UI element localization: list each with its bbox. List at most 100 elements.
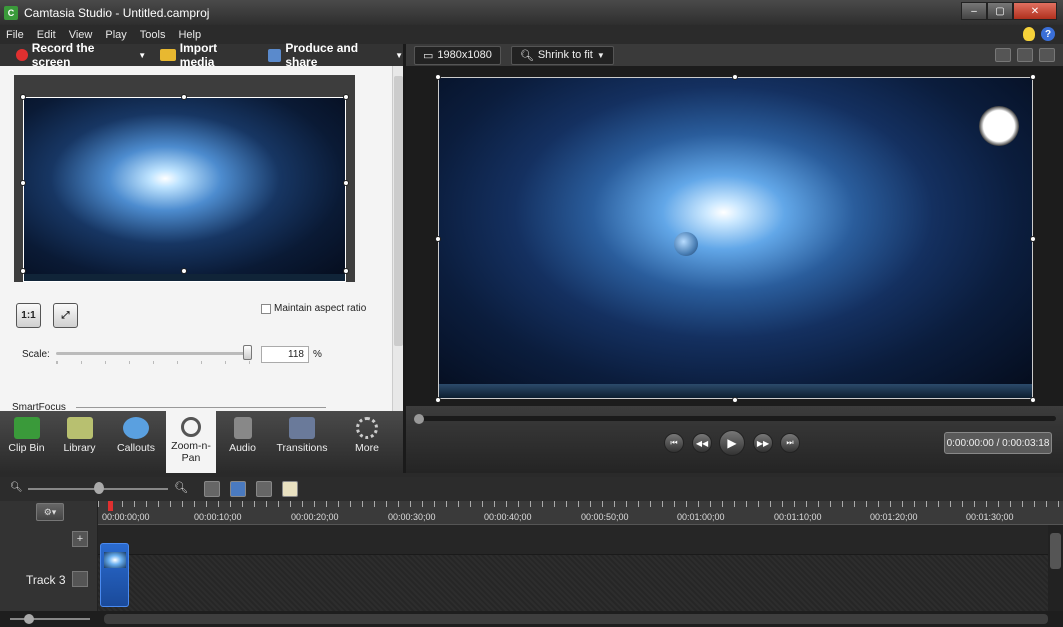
menu-view[interactable]: View bbox=[69, 29, 93, 41]
timeline-zoom-thumb[interactable] bbox=[94, 482, 104, 494]
panel-scrollbar[interactable] bbox=[392, 66, 403, 411]
zoom-out-icon[interactable]: 🔍︎ bbox=[10, 482, 23, 493]
one-to-one-button[interactable]: 1:1 bbox=[16, 303, 41, 328]
zoom-dropdown[interactable]: 🔍︎ Shrink to fit ▼ bbox=[510, 45, 614, 65]
resize-handle[interactable] bbox=[343, 180, 349, 186]
zoom-label: Shrink to fit bbox=[537, 49, 593, 61]
menu-tools[interactable]: Tools bbox=[140, 29, 166, 41]
skip-forward-button[interactable]: ⏭ bbox=[780, 433, 800, 453]
resize-handle[interactable] bbox=[343, 268, 349, 274]
zoom-preview-image[interactable] bbox=[23, 97, 346, 282]
media-clip[interactable] bbox=[100, 543, 129, 607]
help-icon[interactable]: ? bbox=[1041, 27, 1055, 41]
resize-handle[interactable] bbox=[181, 268, 187, 274]
preview-canvas[interactable] bbox=[438, 77, 1033, 399]
track-label: Track 3 bbox=[26, 573, 66, 587]
resize-handle[interactable] bbox=[435, 397, 441, 403]
skip-back-button[interactable]: ⏮ bbox=[664, 433, 684, 453]
minimize-button[interactable]: ‒ bbox=[961, 2, 987, 20]
preview-canvas-area bbox=[406, 66, 1063, 406]
tab-callouts[interactable]: Callouts bbox=[106, 411, 166, 473]
resize-handle[interactable] bbox=[20, 180, 26, 186]
lock-icon[interactable] bbox=[72, 571, 88, 587]
track-height-thumb[interactable] bbox=[24, 614, 34, 624]
monitor-icon: ▭ bbox=[423, 49, 434, 62]
preview-toolbar: ▭ 1980x1080 🔍︎ Shrink to fit ▼ bbox=[406, 44, 1063, 66]
divider bbox=[76, 407, 326, 408]
tab-label: Transitions bbox=[276, 442, 328, 454]
window-controls: ‒ ▢ ✕ bbox=[961, 2, 1057, 20]
chevron-down-icon: ▼ bbox=[596, 50, 605, 60]
clip-thumbnail bbox=[104, 552, 126, 568]
gear-icon[interactable]: ⚙▾ bbox=[36, 503, 64, 521]
seek-bar[interactable] bbox=[416, 416, 1056, 421]
close-button[interactable]: ✕ bbox=[1013, 2, 1057, 20]
resize-handle[interactable] bbox=[20, 94, 26, 100]
chevron-down-icon: ▼ bbox=[395, 50, 403, 60]
add-track-button[interactable]: + bbox=[72, 531, 88, 547]
copy-icon[interactable] bbox=[256, 481, 272, 497]
scale-slider[interactable] bbox=[56, 352, 252, 355]
fast-forward-button[interactable]: ▶▶ bbox=[753, 433, 773, 453]
split-icon[interactable] bbox=[230, 481, 246, 497]
resize-handle[interactable] bbox=[343, 94, 349, 100]
scrollbar-thumb[interactable] bbox=[394, 76, 403, 346]
desktop-taskbar bbox=[439, 384, 1032, 398]
resize-handle[interactable] bbox=[181, 94, 187, 100]
resize-handle[interactable] bbox=[732, 397, 738, 403]
seek-thumb[interactable] bbox=[414, 414, 424, 424]
produce-share-button[interactable]: Produce and share ▼ bbox=[267, 41, 403, 69]
crop-icon[interactable] bbox=[1017, 48, 1033, 62]
timeline-vertical-scrollbar[interactable] bbox=[1048, 525, 1063, 611]
tab-zoom-n-pan[interactable]: Zoom-n-Pan bbox=[166, 411, 216, 473]
track-row[interactable] bbox=[98, 525, 1048, 555]
record-icon bbox=[16, 49, 28, 61]
detach-icon[interactable] bbox=[1039, 48, 1055, 62]
scrollbar-thumb[interactable] bbox=[104, 614, 1048, 624]
menu-file[interactable]: File bbox=[6, 29, 24, 41]
pan-hand-icon[interactable] bbox=[995, 48, 1011, 62]
tab-more[interactable]: More bbox=[335, 411, 399, 473]
tab-label: Library bbox=[63, 442, 96, 454]
clip-bin-icon bbox=[13, 417, 40, 439]
maximize-button[interactable]: ▢ bbox=[987, 2, 1013, 20]
resize-handle[interactable] bbox=[20, 268, 26, 274]
track-row[interactable] bbox=[98, 555, 1048, 611]
lightbulb-icon[interactable] bbox=[1023, 27, 1035, 41]
scale-unit: % bbox=[313, 349, 322, 360]
slider-ticks bbox=[56, 361, 252, 364]
tab-transitions[interactable]: Transitions bbox=[269, 411, 335, 473]
cut-icon[interactable] bbox=[204, 481, 220, 497]
maintain-aspect-checkbox[interactable]: Maintain aspect ratio bbox=[261, 303, 366, 314]
import-media-button[interactable]: Import media bbox=[160, 41, 254, 69]
tab-audio[interactable]: Audio bbox=[216, 411, 269, 473]
tab-library[interactable]: Library bbox=[53, 411, 106, 473]
resize-handle[interactable] bbox=[435, 236, 441, 242]
menu-play[interactable]: Play bbox=[105, 29, 126, 41]
resolution-button[interactable]: ▭ 1980x1080 bbox=[414, 45, 501, 65]
fullscreen-button[interactable]: ⤢ bbox=[53, 303, 78, 328]
scale-input[interactable]: 118 bbox=[261, 346, 309, 363]
track-height-slider[interactable] bbox=[10, 618, 90, 620]
paste-icon[interactable] bbox=[282, 481, 298, 497]
search-icon: 🔍︎ bbox=[519, 49, 534, 62]
scale-slider-thumb[interactable] bbox=[243, 345, 252, 360]
timeline-horizontal-scrollbar[interactable] bbox=[0, 611, 1063, 627]
menu-help[interactable]: Help bbox=[178, 29, 201, 41]
resize-handle[interactable] bbox=[1030, 74, 1036, 80]
resize-handle[interactable] bbox=[1030, 397, 1036, 403]
rewind-button[interactable]: ◀◀ bbox=[692, 433, 712, 453]
record-screen-button[interactable]: Record the screen ▼ bbox=[16, 41, 146, 69]
checkbox[interactable] bbox=[261, 303, 271, 314]
resize-handle[interactable] bbox=[732, 74, 738, 80]
task-tabs: Clip Bin Library Callouts Zoom-n-Pan Aud… bbox=[0, 411, 403, 473]
scrollbar-thumb[interactable] bbox=[1050, 533, 1061, 569]
play-button[interactable]: ▶ bbox=[719, 430, 745, 456]
playhead[interactable] bbox=[108, 501, 113, 511]
zoom-in-icon[interactable]: 🔍︎ bbox=[174, 481, 188, 494]
resize-handle[interactable] bbox=[435, 74, 441, 80]
timeline-ruler[interactable]: 00:00:00;00 00:00:10;00 00:00:20;00 00:0… bbox=[98, 501, 1063, 525]
resize-handle[interactable] bbox=[1030, 236, 1036, 242]
tab-clip-bin[interactable]: Clip Bin bbox=[0, 411, 53, 473]
menu-edit[interactable]: Edit bbox=[37, 29, 56, 41]
